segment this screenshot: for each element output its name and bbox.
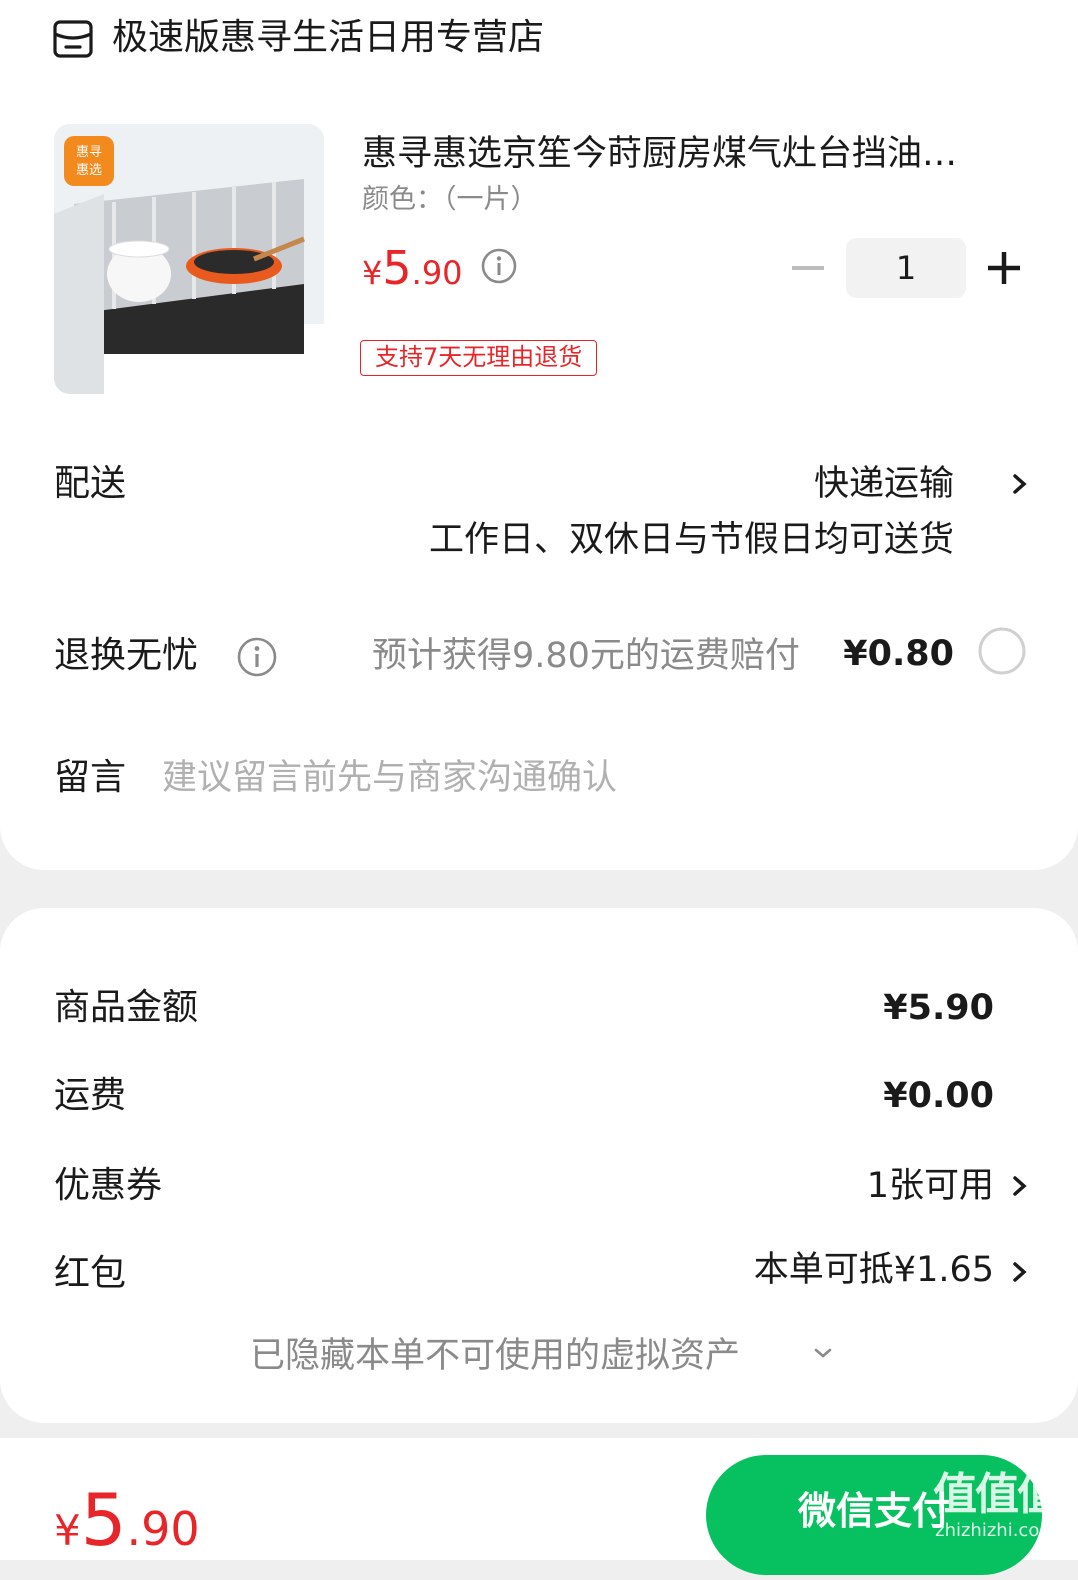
- order-card: 极速版惠寻生活日用专营店 惠寻 惠选 惠寻惠选京笙今莳厨房煤气灶台挡油… 颜色：…: [0, 0, 1078, 870]
- delivery-method[interactable]: 快递运输: [814, 460, 954, 508]
- delivery-label: 配送: [54, 463, 127, 504]
- goods-amount-value: ¥5.90: [883, 988, 994, 1028]
- product-image: 惠寻 惠选: [54, 124, 324, 394]
- price-integer: 5: [382, 241, 412, 295]
- redpacket-label: 红包: [54, 1253, 127, 1294]
- store-icon: [53, 20, 93, 58]
- coupon-label: 优惠券: [54, 1165, 163, 1206]
- chevron-right-icon[interactable]: [1010, 1254, 1030, 1290]
- product-spec[interactable]: 颜色：（一片）: [362, 180, 538, 220]
- total-decimal: .90: [126, 1502, 200, 1556]
- price-symbol: ¥: [362, 254, 383, 292]
- quantity-increase-button[interactable]: [982, 246, 1026, 290]
- chevron-down-icon[interactable]: [810, 1340, 836, 1366]
- return-insurance-price: ¥0.80: [843, 634, 954, 674]
- chevron-right-icon[interactable]: [1010, 466, 1030, 502]
- info-icon[interactable]: [236, 636, 278, 678]
- watermark-url: zhizhizhi.com: [935, 1520, 1057, 1541]
- product-price: ¥5.90: [362, 238, 463, 309]
- shipping-value: ¥0.00: [883, 1076, 994, 1116]
- coupon-value[interactable]: 1张可用: [867, 1162, 994, 1210]
- delivery-note: 工作日、双休日与节假日均可送货: [428, 520, 954, 560]
- hidden-assets-toggle[interactable]: 已隐藏本单不可使用的虚拟资产: [250, 1332, 740, 1380]
- store-name[interactable]: 极速版惠寻生活日用专营店: [112, 14, 544, 62]
- product-thumbnail[interactable]: 惠寻 惠选: [54, 124, 324, 394]
- price-decimal: .90: [411, 254, 463, 292]
- total-price: ¥5.90: [54, 1480, 200, 1580]
- return-insurance-checkbox[interactable]: [977, 626, 1027, 676]
- product-title[interactable]: 惠寻惠选京笙今莳厨房煤气灶台挡油…: [362, 130, 1024, 178]
- goods-amount-label: 商品金额: [54, 987, 199, 1028]
- price-summary-card: 商品金额 ¥5.90 运费 ¥0.00 优惠券 1张可用 红包 本单可抵¥1.6…: [0, 908, 1078, 1423]
- return-insurance-label: 退换无忧: [54, 635, 199, 676]
- quantity-input[interactable]: 1: [846, 238, 966, 298]
- total-symbol: ¥: [54, 1506, 81, 1555]
- info-icon[interactable]: [480, 247, 518, 285]
- quantity-decrease-button[interactable]: [786, 246, 830, 290]
- svg-text:惠选: 惠选: [76, 163, 102, 178]
- message-label: 留言: [54, 757, 127, 798]
- svg-text:惠寻: 惠寻: [76, 145, 102, 160]
- redpacket-value[interactable]: 本单可抵¥1.65: [754, 1246, 994, 1294]
- watermark-logo: 值值值: [933, 1469, 1061, 1520]
- return-insurance-desc: 预计获得9.80元的运费赔付: [372, 636, 800, 676]
- shipping-label: 运费: [54, 1075, 127, 1116]
- total-integer: 5: [80, 1478, 127, 1562]
- return-policy-badge: 支持7天无理由退货: [360, 340, 598, 376]
- watermark: 值值值 zhizhizhi.com: [926, 1470, 1066, 1542]
- message-input[interactable]: 建议留言前先与商家沟通确认: [162, 754, 617, 802]
- chevron-right-icon[interactable]: [1010, 1168, 1030, 1204]
